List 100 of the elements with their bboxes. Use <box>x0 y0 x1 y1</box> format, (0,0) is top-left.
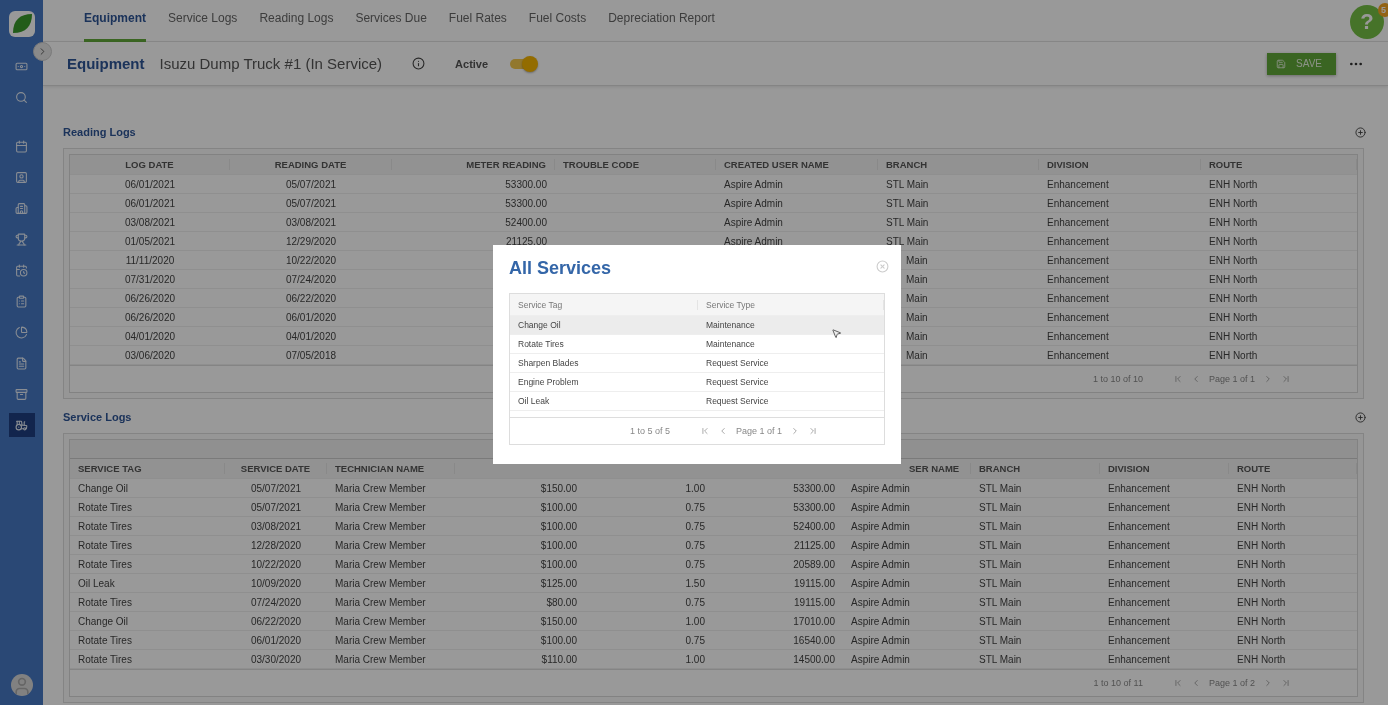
avatar-icon[interactable] <box>10 674 33 696</box>
table-cell-text: 1.50 <box>684 577 706 589</box>
table-cell-text: ENH North <box>1236 520 1287 532</box>
table-cell-text: 0.75 <box>684 596 706 608</box>
first-page-icon[interactable] <box>699 426 710 436</box>
table-cell-text: Aspire Admin <box>850 615 911 627</box>
table-cell-text: STL Main <box>978 501 1023 513</box>
table-cell-text: $150.00 <box>539 615 578 627</box>
column-header[interactable]: SERVICE DATE <box>225 463 327 474</box>
active-toggle[interactable] <box>510 58 537 69</box>
table-cell-text: 12/28/2020 <box>249 539 303 551</box>
save-icon <box>1276 58 1287 69</box>
tab[interactable]: Fuel Costs <box>528 0 587 42</box>
column-header[interactable]: SERVICE TAG <box>70 463 225 474</box>
tab[interactable]: Fuel Rates <box>448 0 507 42</box>
add-icon[interactable] <box>1355 411 1366 423</box>
table-cell-text: 53300.00 <box>792 482 836 494</box>
tab[interactable]: Equipment <box>84 0 146 42</box>
column-header[interactable]: Service Type <box>698 299 884 310</box>
tab[interactable]: Reading Logs <box>259 0 334 42</box>
info-icon[interactable] <box>412 57 426 70</box>
column-header[interactable]: TECHNICIAN NAME <box>327 463 455 474</box>
table-cell-text: 53300.00 <box>504 197 548 209</box>
column-header[interactable]: DIVISION <box>1039 159 1201 170</box>
table-cell-text: 14500.00 <box>792 653 836 665</box>
table-cell-text: Enhancement <box>1107 558 1171 570</box>
column-header[interactable]: TROUBLE CODE <box>555 159 716 170</box>
tab[interactable]: Service Logs <box>168 0 238 42</box>
first-page-icon[interactable] <box>1172 374 1183 384</box>
table-cell-text: Maria Crew Member <box>334 539 427 551</box>
table-cell-text: $125.00 <box>539 577 578 589</box>
column-header[interactable]: Service Tag <box>510 299 698 310</box>
tractor-icon[interactable] <box>8 413 35 437</box>
column-header[interactable]: DIVISION <box>1100 463 1229 474</box>
table-cell-text: Enhancement <box>1107 634 1171 646</box>
last-page-icon[interactable] <box>1281 374 1291 384</box>
table-cell-text: Enhancement <box>1046 311 1110 323</box>
table-cell-text: Aspire Admin <box>850 482 911 494</box>
column-header[interactable]: ROUTE <box>1229 463 1357 474</box>
table-cell-text: ENH North <box>1208 254 1259 266</box>
table-cell-text: STL Main <box>885 235 930 247</box>
table-cell-text: 17010.00 <box>792 615 836 627</box>
table-cell-text: Rotate Tires <box>77 501 133 513</box>
table-cell-text: ENH North <box>1236 653 1287 665</box>
table-cell-text: Maria Crew Member <box>334 596 427 608</box>
column-header[interactable]: BRANCH <box>971 463 1100 474</box>
table-cell-text: Enhancement <box>1046 216 1110 228</box>
table-cell-text: Enhancement <box>1046 178 1110 190</box>
column-header[interactable]: READING DATE <box>230 159 392 170</box>
first-page-icon[interactable] <box>1172 678 1183 688</box>
table-cell-text: Maria Crew Member <box>334 634 427 646</box>
last-page-icon[interactable] <box>1281 678 1291 688</box>
table-cell-text: Maria Crew Member <box>334 577 427 589</box>
last-page-icon[interactable] <box>808 426 818 436</box>
pager-range: 1 to 5 of 5 <box>629 426 670 436</box>
save-button[interactable]: SAVE <box>1267 52 1336 75</box>
table-cell-text: 06/26/2020 <box>123 311 177 323</box>
table-cell-text: STL Main <box>978 520 1023 532</box>
column-header[interactable]: CREATED USER NAME <box>716 159 878 170</box>
table-cell-text: Aspire Admin <box>850 539 911 551</box>
tab[interactable]: Depreciation Report <box>608 0 715 42</box>
pager-range: 1 to 10 of 10 <box>1092 374 1143 384</box>
table-cell-text: Rotate Tires <box>77 520 133 532</box>
service-row[interactable]: Change Oil Maintenance <box>510 316 884 335</box>
table-cell-text: Aspire Admin <box>850 596 911 608</box>
table-cell-text: 01/05/2021 <box>123 235 177 247</box>
leaf-logo[interactable] <box>7 10 36 38</box>
close-icon[interactable] <box>876 260 889 273</box>
table-cell-text: Maria Crew Member <box>334 482 427 494</box>
column-header[interactable]: LOG DATE <box>70 159 230 170</box>
table-cell-text: ENH North <box>1236 577 1287 589</box>
column-header[interactable]: ROUTE <box>1201 159 1357 170</box>
table-cell-text: STL Main <box>978 596 1023 608</box>
add-icon[interactable] <box>1355 126 1366 138</box>
tab[interactable]: Services Due <box>355 0 427 42</box>
table-cell-text: STL Main <box>978 558 1023 570</box>
table-cell-text: Rotate Tires <box>77 596 133 608</box>
table-cell-text: ENH North <box>1208 292 1259 304</box>
table-cell-text: Enhancement <box>1107 615 1171 627</box>
section-title: Equipment <box>67 55 145 72</box>
column-header[interactable]: BRANCH <box>878 159 1039 170</box>
column-header[interactable]: METER READING <box>392 159 555 170</box>
table-cell-text: 06/01/2020 <box>284 311 338 323</box>
page-indicator: Page 1 of 1 <box>735 426 782 436</box>
table-cell-text: $100.00 <box>539 558 578 570</box>
table-cell-text: Enhancement <box>1046 292 1110 304</box>
table-cell-text: ENH North <box>1236 596 1287 608</box>
next-page-icon[interactable] <box>1263 374 1273 384</box>
table-cell-text: Rotate Tires <box>77 539 133 551</box>
table-cell-text: Main <box>905 254 929 266</box>
table-cell-text: Rotate Tires <box>77 653 133 665</box>
table-cell-text: 0.75 <box>684 520 706 532</box>
table-cell-text: 06/22/2020 <box>249 615 303 627</box>
table-cell-text: ENH North <box>1208 235 1259 247</box>
table-cell-text: Enhancement <box>1107 577 1171 589</box>
table-cell-text: Enhancement <box>1107 501 1171 513</box>
table-cell-text: 05/07/2021 <box>249 501 303 513</box>
next-page-icon[interactable] <box>1263 678 1273 688</box>
next-page-icon[interactable] <box>790 426 800 436</box>
table-cell-text: Maria Crew Member <box>334 501 427 513</box>
